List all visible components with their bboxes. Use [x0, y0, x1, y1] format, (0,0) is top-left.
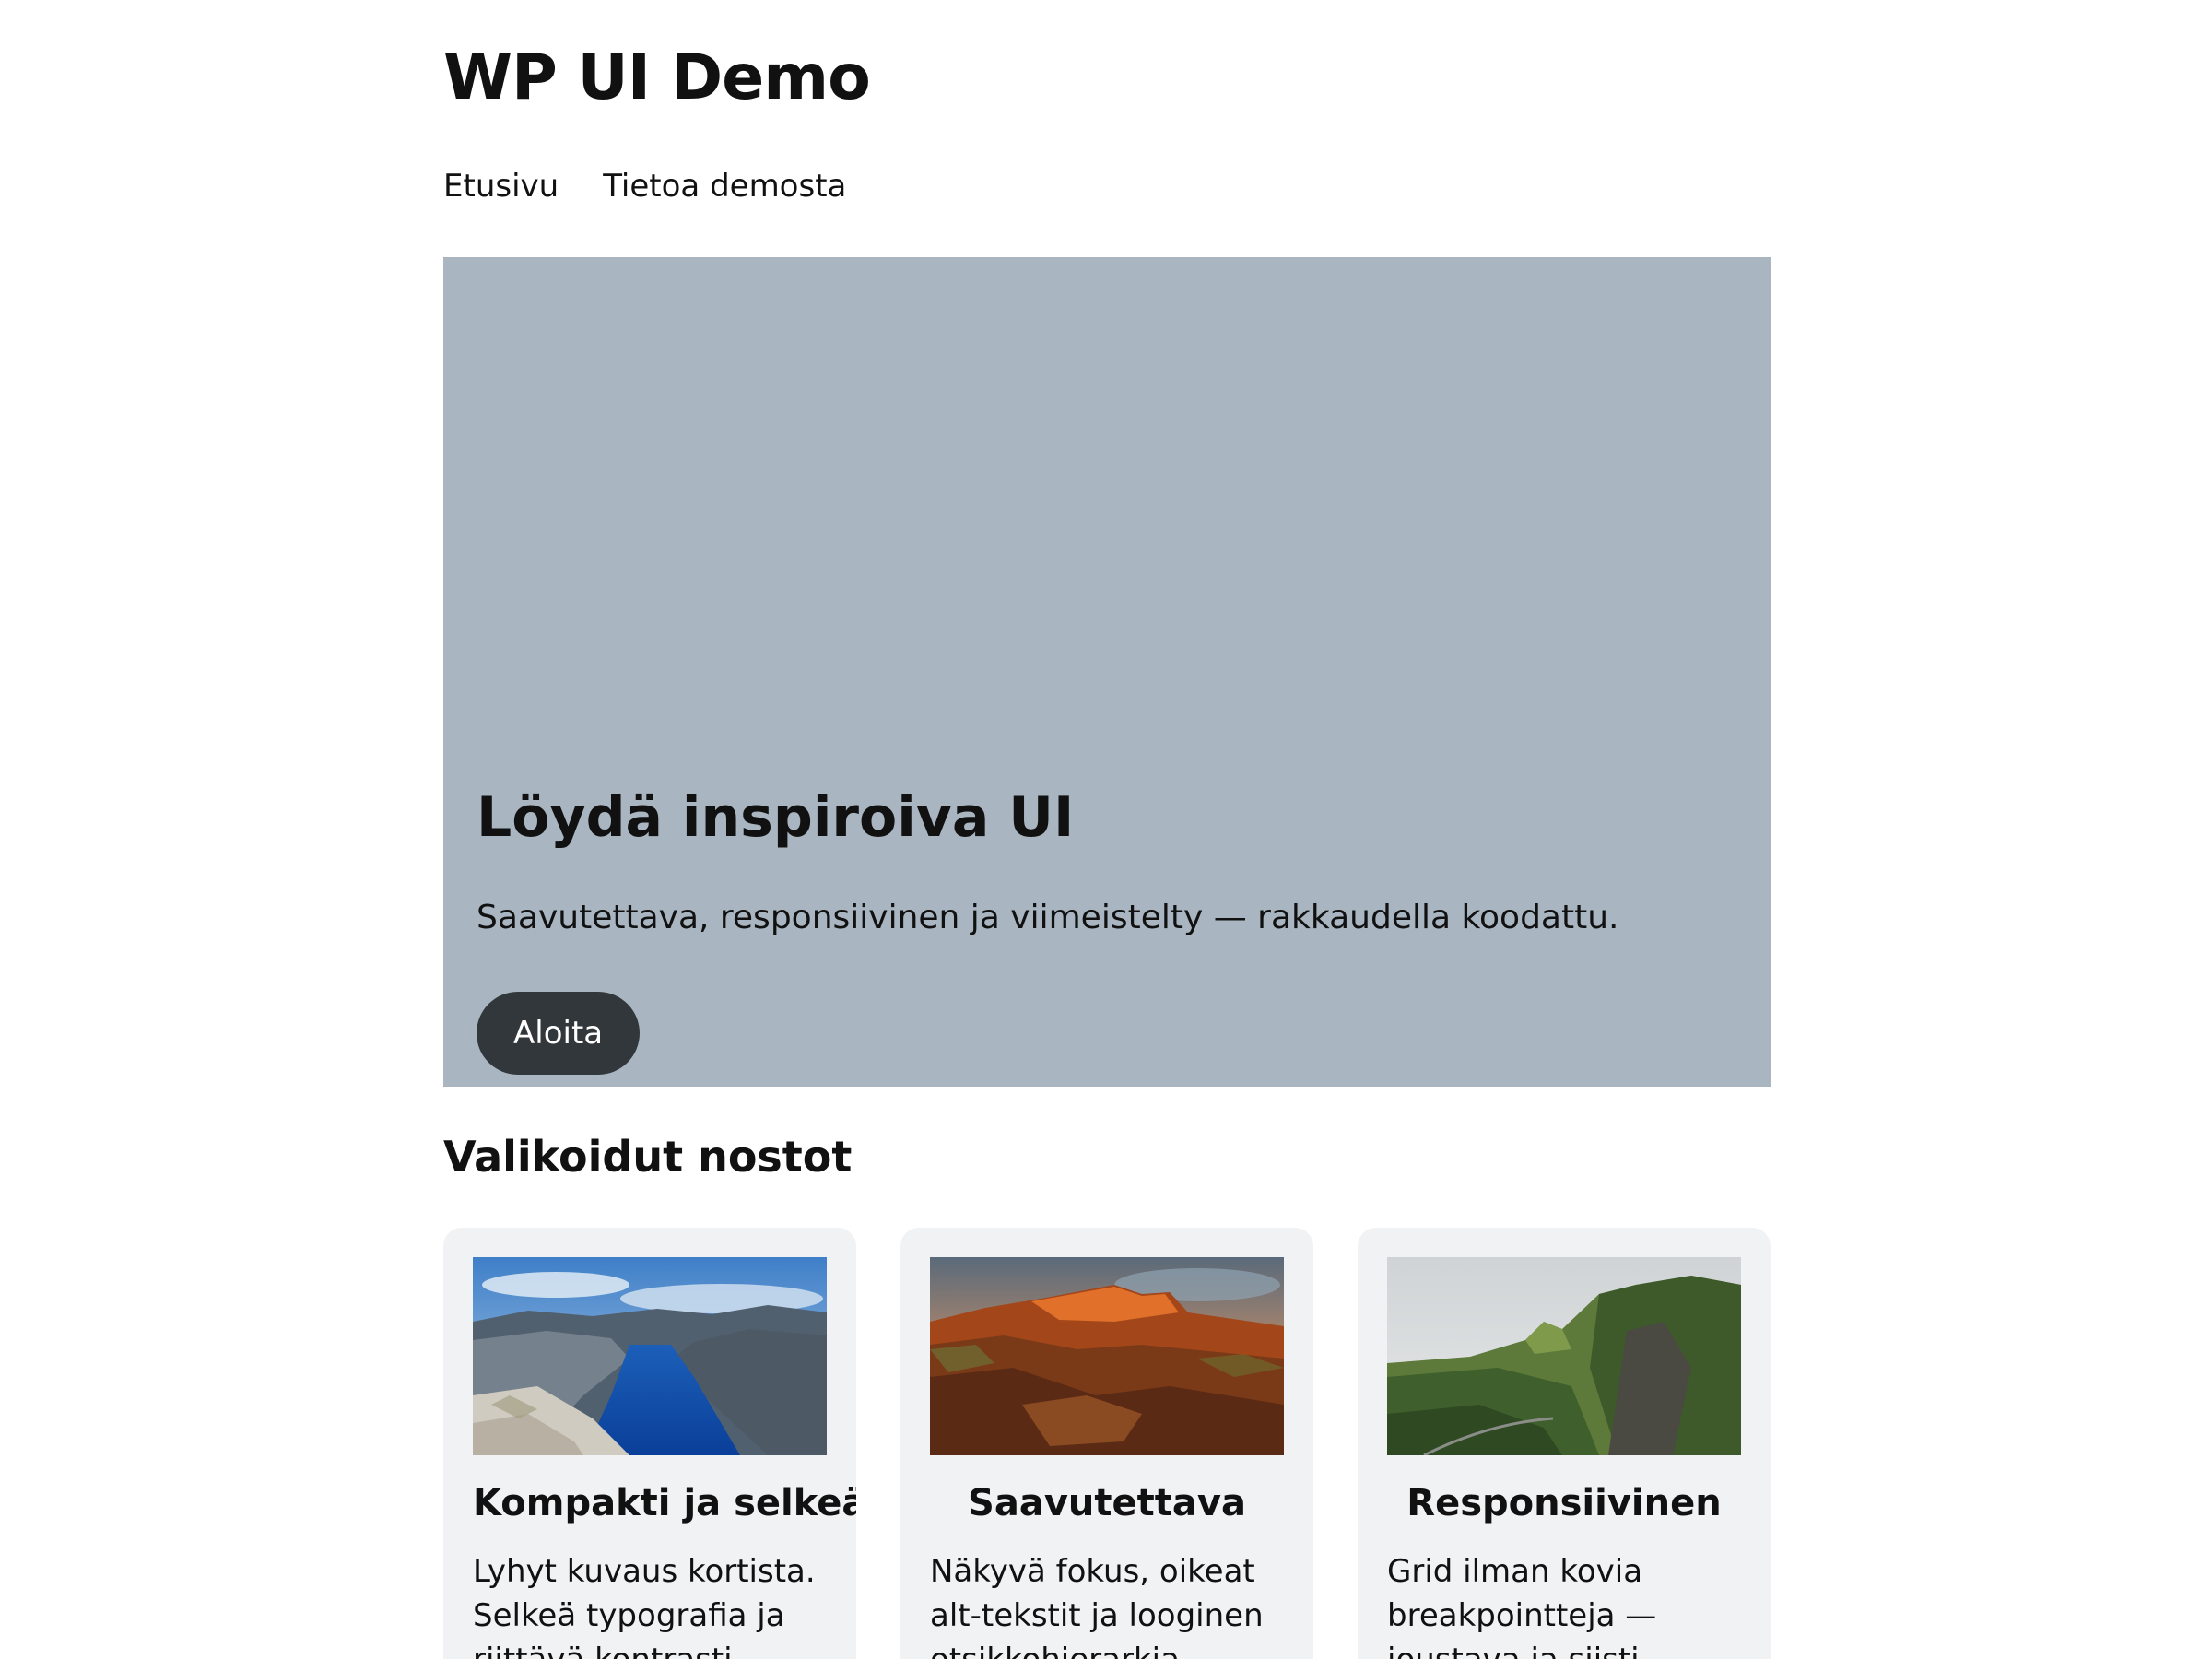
hero-cover: Löydä inspiroiva UI Saavutettava, respon… — [443, 257, 1771, 1087]
nav-item-about: Tietoa demosta — [603, 168, 846, 205]
green-hills-road-image — [1387, 1257, 1741, 1455]
feature-card-responsive: Responsiivinen Grid ilman kovia breakpoi… — [1358, 1228, 1771, 1659]
card-text: Näkyvä fokus, oikeat alt-tekstit ja loog… — [930, 1553, 1264, 1659]
main-navigation: Etusivu Tietoa demosta — [443, 168, 846, 205]
site-title[interactable]: WP UI Demo — [443, 41, 871, 116]
featured-cards: Kompakti ja selkeä Lyhyt kuvaus kortista… — [443, 1228, 1771, 1659]
start-button[interactable]: Aloita — [477, 992, 641, 1075]
card-title: Responsiivinen — [1406, 1482, 1722, 1524]
card-title: Saavutettava — [968, 1482, 1246, 1524]
featured-section-title: Valikoidut nostot — [443, 1132, 853, 1182]
red-rock-canyon-image — [930, 1257, 1284, 1455]
card-text: Grid ilman kovia breakpointteja — jousta… — [1387, 1553, 1657, 1659]
nav-link-tietoa-demosta[interactable]: Tietoa demosta — [603, 168, 846, 205]
nav-link-etusivu[interactable]: Etusivu — [443, 168, 559, 205]
hero-text: Saavutettava, responsiivinen ja viimeist… — [477, 899, 1619, 936]
hero-title: Löydä inspiroiva UI — [477, 785, 1075, 850]
card-text: Lyhyt kuvaus kortista. Selkeä typografia… — [473, 1553, 816, 1659]
card-title: Kompakti ja selkeä — [473, 1482, 856, 1524]
fjord-landscape-image — [473, 1257, 827, 1455]
feature-card-accessible: Saavutettava Näkyvä fokus, oikeat alt-te… — [900, 1228, 1313, 1659]
nav-item-home: Etusivu — [443, 168, 559, 205]
feature-card-compact: Kompakti ja selkeä Lyhyt kuvaus kortista… — [443, 1228, 856, 1659]
